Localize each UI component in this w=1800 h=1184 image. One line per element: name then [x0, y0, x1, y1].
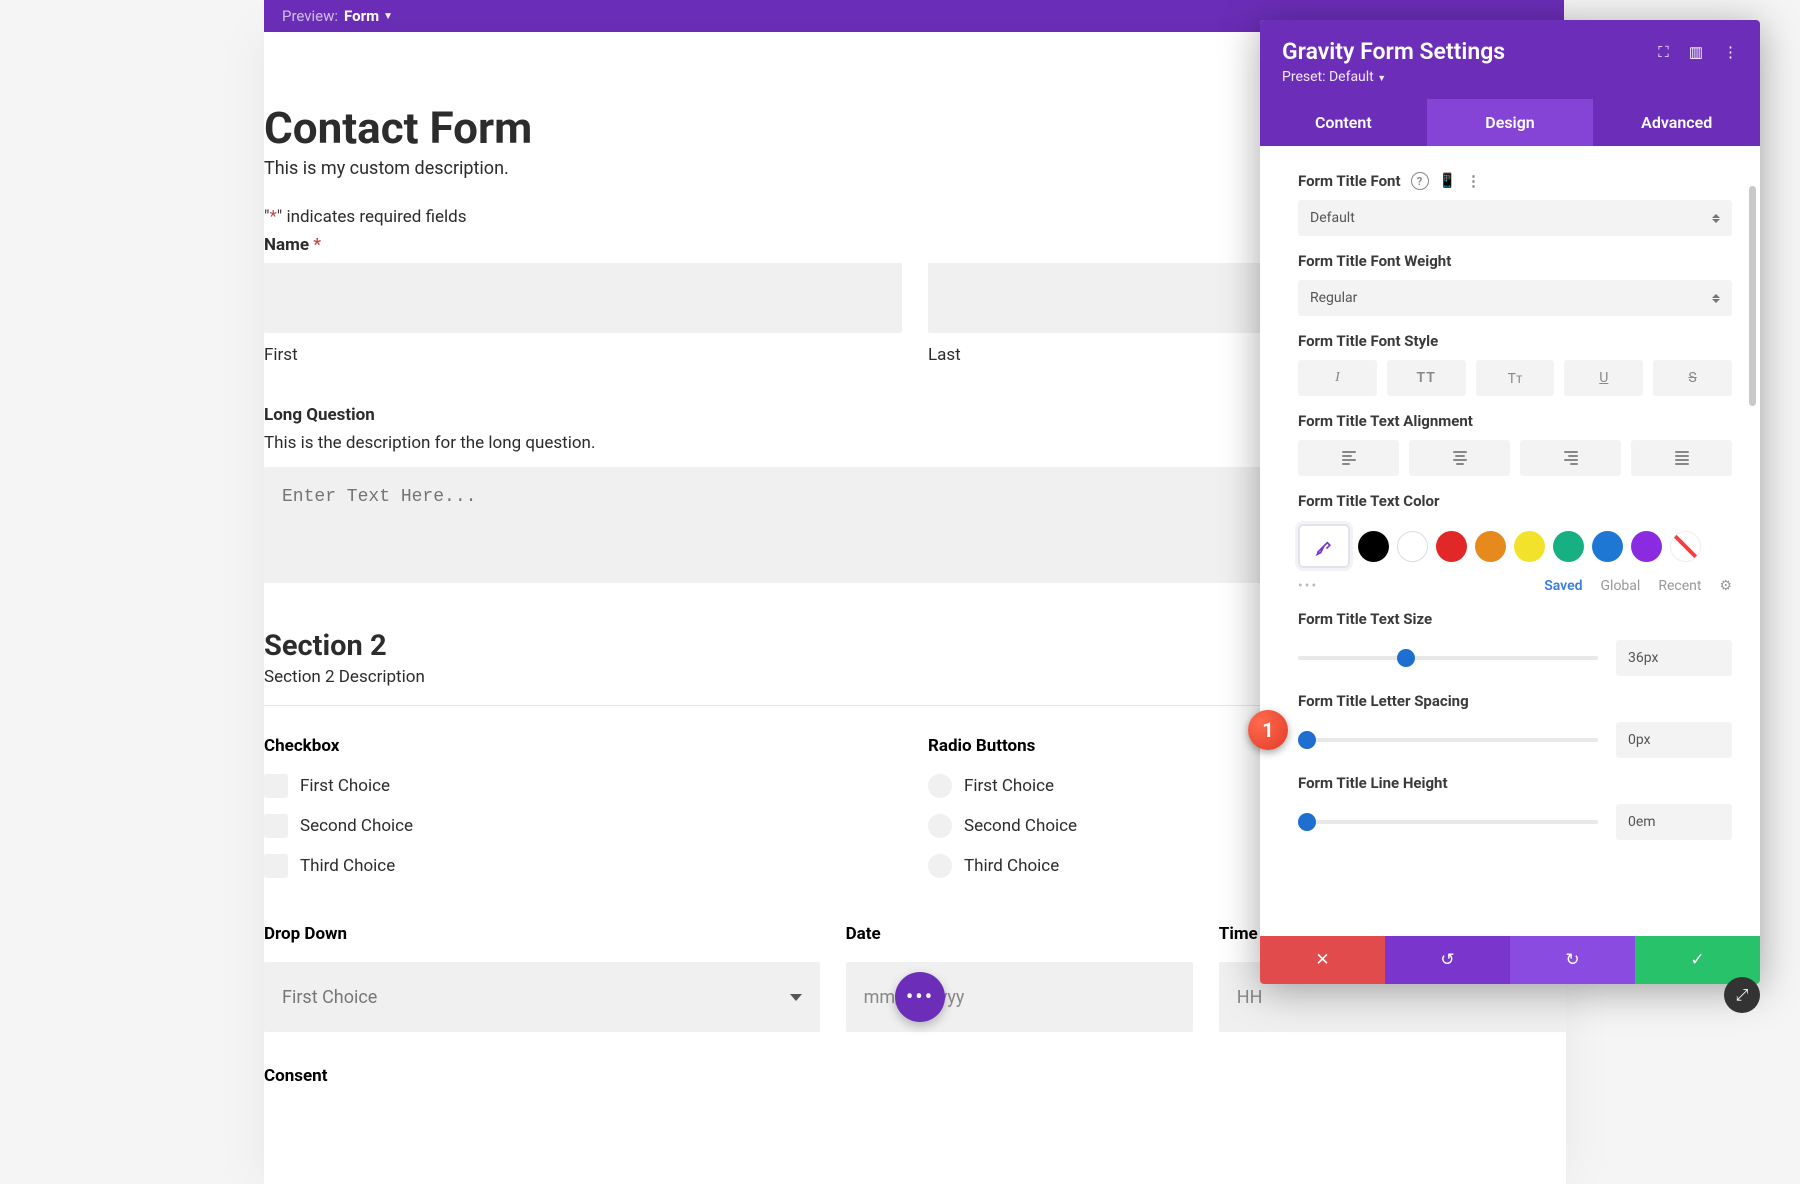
size-value[interactable]: 36px — [1616, 640, 1732, 676]
scrollbar-thumb[interactable] — [1749, 186, 1756, 406]
palette-tab-saved[interactable]: Saved — [1544, 578, 1582, 594]
checkbox-option[interactable]: First Choice — [264, 774, 902, 798]
step-badge: 1 — [1248, 710, 1288, 750]
undo-icon: ↺ — [1440, 950, 1454, 970]
panel-header: Gravity Form Settings ⛶ ▥ ⋮ Preset: Defa… — [1260, 20, 1760, 99]
panel-body: Form Title Font ? 📱 ⋮ Default Form Title… — [1260, 146, 1760, 936]
spacing-slider[interactable] — [1298, 731, 1598, 749]
color-swatch-black[interactable] — [1358, 531, 1389, 562]
align-center-icon — [1453, 451, 1467, 465]
color-label: Form Title Text Color — [1298, 492, 1439, 510]
spacing-value[interactable]: 0px — [1616, 722, 1732, 758]
first-name-input[interactable] — [264, 263, 902, 333]
radio-icon[interactable] — [928, 814, 952, 838]
style-label: Form Title Font Style — [1298, 332, 1438, 350]
spacing-label: Form Title Letter Spacing — [1298, 692, 1469, 710]
mobile-icon[interactable]: 📱 — [1439, 173, 1456, 189]
weight-label: Form Title Font Weight — [1298, 252, 1451, 270]
align-justify-toggle[interactable] — [1631, 440, 1732, 476]
preview-value[interactable]: Form — [344, 7, 379, 25]
font-select[interactable]: Default — [1298, 200, 1732, 236]
align-right-icon — [1564, 451, 1578, 465]
checkbox-label: Checkbox — [264, 736, 902, 756]
font-label: Form Title Font — [1298, 172, 1401, 190]
lineheight-value[interactable]: 0em — [1616, 804, 1732, 840]
slider-thumb[interactable] — [1298, 813, 1316, 831]
chevron-down-icon — [790, 994, 802, 1001]
close-icon: ✕ — [1315, 950, 1329, 970]
align-right-toggle[interactable] — [1520, 440, 1621, 476]
chevron-down-icon[interactable]: ▼ — [383, 11, 393, 22]
expand-corner-fab[interactable]: ⤢ — [1724, 977, 1760, 1013]
smallcaps-toggle[interactable]: Tᴛ — [1476, 360, 1555, 396]
color-swatch-none[interactable] — [1670, 531, 1701, 562]
radio-icon[interactable] — [928, 774, 952, 798]
select-caret-icon — [1712, 214, 1720, 223]
checkbox-icon[interactable] — [264, 814, 288, 838]
align-justify-icon — [1675, 451, 1689, 465]
more-colors-icon[interactable]: ••• — [1298, 578, 1318, 594]
eyedropper-icon — [1314, 536, 1334, 556]
strike-toggle[interactable]: S — [1653, 360, 1732, 396]
consent-label: Consent — [264, 1066, 1566, 1086]
checkbox-icon[interactable] — [264, 854, 288, 878]
more-fab[interactable]: ••• — [895, 972, 945, 1022]
radio-icon[interactable] — [928, 854, 952, 878]
checkbox-option[interactable]: Third Choice — [264, 854, 902, 878]
undo-button[interactable]: ↺ — [1385, 936, 1510, 984]
redo-icon: ↻ — [1565, 950, 1579, 970]
align-center-toggle[interactable] — [1409, 440, 1510, 476]
tab-content[interactable]: Content — [1260, 99, 1427, 146]
gear-icon[interactable]: ⚙ — [1719, 578, 1732, 594]
expand-icon[interactable]: ⛶ — [1658, 43, 1669, 61]
close-button[interactable]: ✕ — [1260, 936, 1385, 984]
size-slider[interactable] — [1298, 649, 1598, 667]
slider-thumb[interactable] — [1298, 731, 1316, 749]
kebab-icon[interactable]: ⋮ — [1466, 172, 1479, 190]
align-left-toggle[interactable] — [1298, 440, 1399, 476]
preview-label: Preview: — [282, 7, 338, 25]
color-swatch-blue[interactable] — [1592, 531, 1623, 562]
redo-button[interactable]: ↻ — [1510, 936, 1635, 984]
palette-tab-recent[interactable]: Recent — [1658, 578, 1701, 594]
color-swatch-orange[interactable] — [1475, 531, 1506, 562]
settings-panel: Gravity Form Settings ⛶ ▥ ⋮ Preset: Defa… — [1260, 20, 1760, 984]
check-icon: ✓ — [1690, 950, 1704, 970]
checkbox-option[interactable]: Second Choice — [264, 814, 902, 838]
color-swatch-purple[interactable] — [1631, 531, 1662, 562]
checkbox-icon[interactable] — [264, 774, 288, 798]
align-left-icon — [1342, 451, 1356, 465]
color-swatch-yellow[interactable] — [1514, 531, 1545, 562]
columns-icon[interactable]: ▥ — [1689, 43, 1703, 61]
lineheight-slider[interactable] — [1298, 813, 1598, 831]
eyedropper-button[interactable] — [1298, 524, 1350, 568]
align-label: Form Title Text Alignment — [1298, 412, 1473, 430]
size-label: Form Title Text Size — [1298, 610, 1432, 628]
panel-title: Gravity Form Settings — [1282, 38, 1505, 65]
weight-select[interactable]: Regular — [1298, 280, 1732, 316]
tab-design[interactable]: Design — [1427, 99, 1594, 146]
lineheight-label: Form Title Line Height — [1298, 774, 1448, 792]
first-name-sublabel: First — [264, 345, 902, 365]
color-swatch-green[interactable] — [1553, 531, 1584, 562]
chevron-down-icon: ▼ — [1377, 74, 1386, 84]
underline-toggle[interactable]: U — [1564, 360, 1643, 396]
dropdown-label: Drop Down — [264, 924, 820, 944]
date-label: Date — [846, 924, 1193, 944]
palette-tab-global[interactable]: Global — [1601, 578, 1641, 594]
tab-advanced[interactable]: Advanced — [1593, 99, 1760, 146]
slider-thumb[interactable] — [1397, 649, 1415, 667]
color-swatch-white[interactable] — [1397, 531, 1428, 562]
kebab-icon[interactable]: ⋮ — [1723, 43, 1738, 61]
panel-tabs: Content Design Advanced — [1260, 99, 1760, 146]
panel-footer: ✕ ↺ ↻ ✓ — [1260, 936, 1760, 984]
color-swatch-red[interactable] — [1436, 531, 1467, 562]
italic-toggle[interactable]: I — [1298, 360, 1377, 396]
help-icon[interactable]: ? — [1411, 172, 1429, 190]
preset-selector[interactable]: Preset: Default ▼ — [1282, 69, 1738, 85]
uppercase-toggle[interactable]: TT — [1387, 360, 1466, 396]
dropdown-select[interactable]: First Choice — [264, 962, 820, 1032]
select-caret-icon — [1712, 294, 1720, 303]
